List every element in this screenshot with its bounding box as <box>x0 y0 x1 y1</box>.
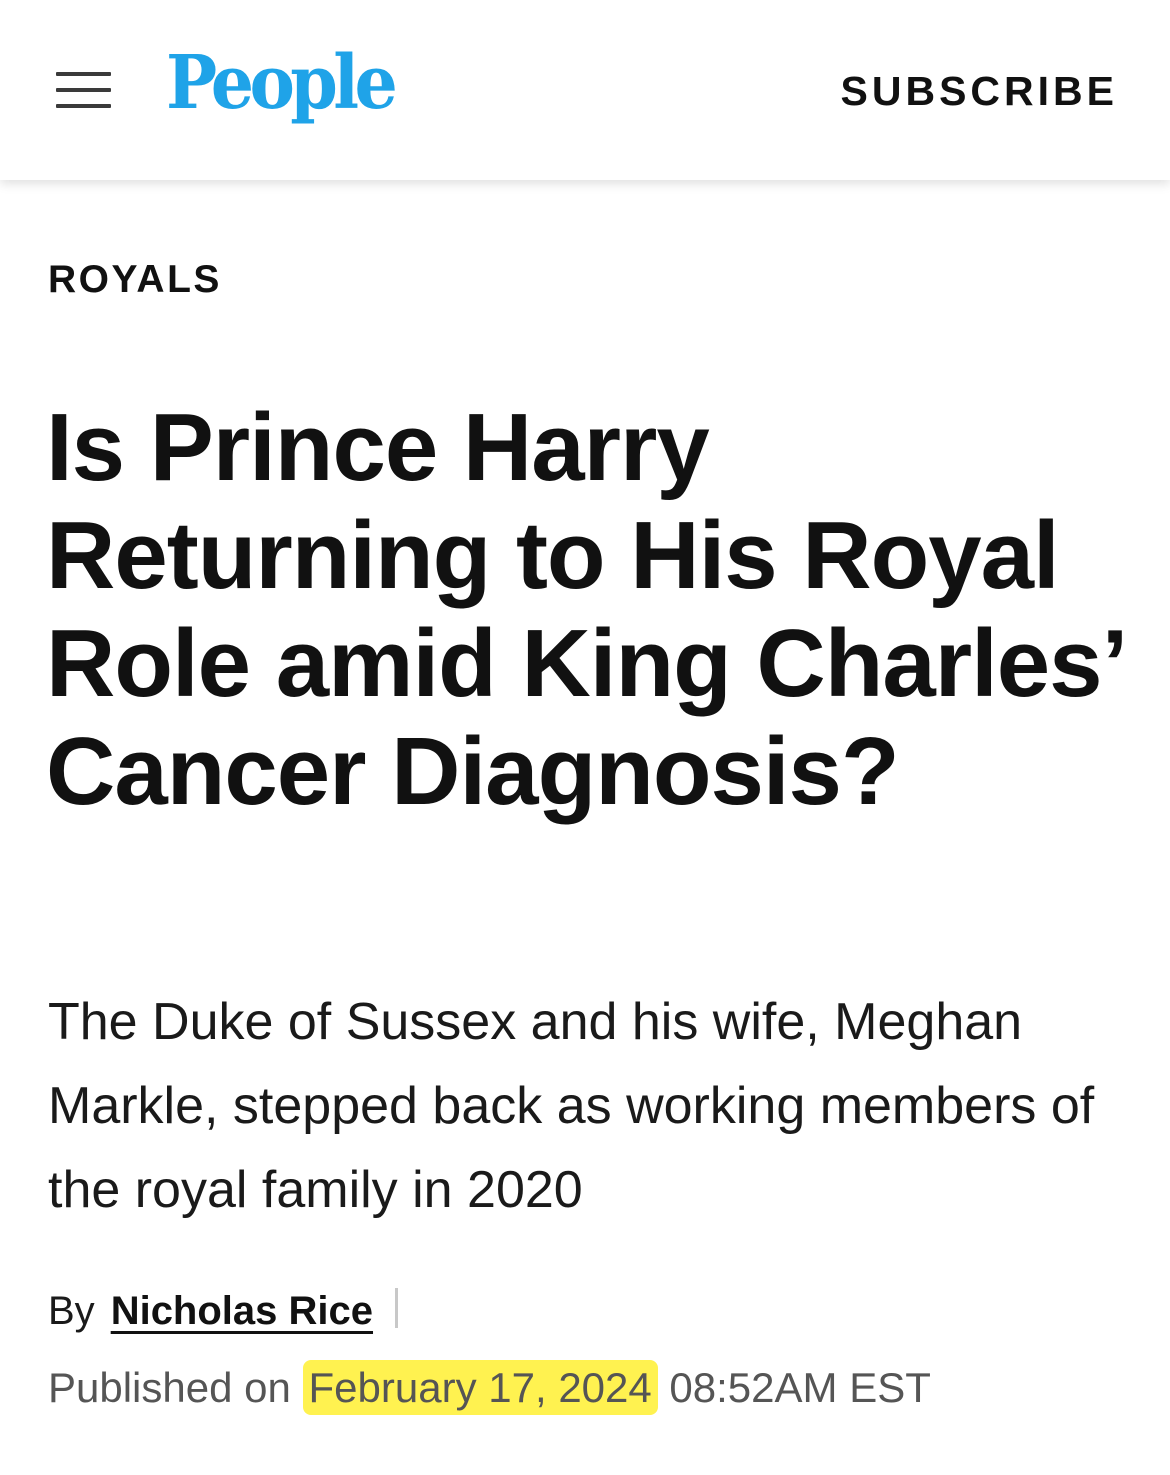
author-link[interactable]: Nicholas Rice <box>111 1289 373 1334</box>
byline-divider <box>395 1288 399 1328</box>
site-header: People SUBSCRIBE <box>0 0 1170 180</box>
menu-line <box>56 72 111 76</box>
published-date: February 17, 2024 <box>302 1360 658 1415</box>
article-dek: The Duke of Sussex and his wife, Meghan … <box>48 993 1095 1219</box>
menu-line <box>56 104 111 108</box>
published-time: 08:52AM EST <box>669 1364 931 1411</box>
publish-info: Published on February 17, 2024 08:52AM E… <box>48 1360 931 1415</box>
article-headline: Is Prince Harry Returning to His Royal R… <box>46 394 1123 825</box>
menu-line <box>56 88 111 92</box>
subscribe-button[interactable]: SUBSCRIBE <box>841 68 1118 115</box>
published-prefix: Published on <box>48 1364 291 1411</box>
category-link[interactable]: ROYALS <box>48 258 222 302</box>
byline: By Nicholas Rice <box>48 1288 399 1342</box>
people-logo[interactable]: People <box>166 46 398 120</box>
hamburger-menu-icon[interactable] <box>56 72 112 110</box>
byline-prefix: By <box>48 1289 95 1333</box>
